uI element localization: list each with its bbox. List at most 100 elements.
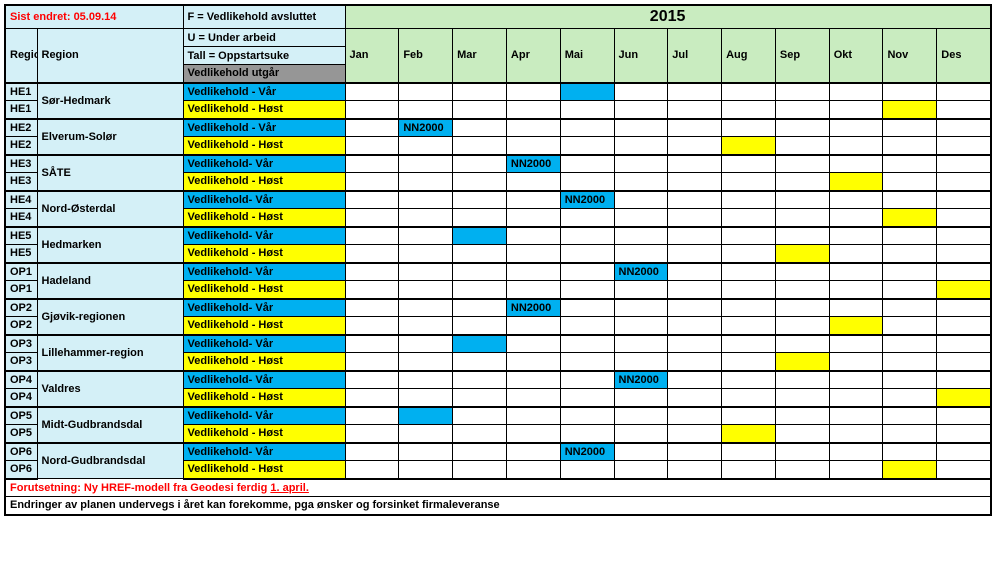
cell-host [722, 137, 776, 155]
cell-host [614, 137, 668, 155]
cell-host [345, 209, 399, 227]
cell-host [614, 425, 668, 443]
cell-host [829, 137, 883, 155]
cell-var [399, 191, 453, 209]
status-var: Vedlikehold- Vår [183, 407, 345, 425]
cell-var [453, 83, 507, 101]
cell-var [668, 299, 722, 317]
cell-var: NN2000 [560, 191, 614, 209]
cell-host [453, 425, 507, 443]
region-hdr: Region [37, 29, 183, 83]
cell-host [883, 353, 937, 371]
cell-var: NN2000 [614, 263, 668, 281]
month-hdr-Nov: Nov [883, 29, 937, 83]
cell-host [560, 137, 614, 155]
cell-host [453, 245, 507, 263]
cell-var [937, 83, 991, 101]
cell-var [453, 155, 507, 173]
cell-var [829, 335, 883, 353]
month-hdr-Jan: Jan [345, 29, 399, 83]
region-name: Elverum-Solør [37, 119, 183, 155]
region-code: HE4 [5, 209, 37, 227]
cell-host [775, 281, 829, 299]
status-host: Vedlikehold - Høst [183, 389, 345, 407]
cell-var [345, 83, 399, 101]
cell-host [506, 209, 560, 227]
month-hdr-Apr: Apr [506, 29, 560, 83]
cell-var [614, 335, 668, 353]
cell-host [399, 461, 453, 479]
region-code: OP2 [5, 299, 37, 317]
cell-var [883, 263, 937, 281]
cell-var [399, 263, 453, 281]
cell-var: NN2000 [560, 443, 614, 461]
month-hdr-Mai: Mai [560, 29, 614, 83]
cell-host [937, 317, 991, 335]
cell-host [614, 173, 668, 191]
cell-host [453, 461, 507, 479]
cell-host [722, 173, 776, 191]
legend-tall: Tall = Oppstartsuke [183, 47, 345, 65]
cell-host [560, 425, 614, 443]
region-code: OP5 [5, 407, 37, 425]
cell-host [937, 461, 991, 479]
cell-var [937, 299, 991, 317]
region-code: OP6 [5, 461, 37, 479]
cell-host [829, 317, 883, 335]
cell-host [668, 461, 722, 479]
cell-var [775, 263, 829, 281]
cell-host [560, 101, 614, 119]
cell-host [883, 173, 937, 191]
cell-var [560, 407, 614, 425]
cell-var [506, 83, 560, 101]
cell-host [453, 317, 507, 335]
cell-host [668, 137, 722, 155]
cell-var [829, 299, 883, 317]
cell-host [937, 173, 991, 191]
cell-var [722, 371, 776, 389]
cell-var [668, 155, 722, 173]
status-host: Vedlikehold - Høst [183, 137, 345, 155]
month-hdr-Des: Des [937, 29, 991, 83]
cell-var [775, 371, 829, 389]
cell-var [775, 335, 829, 353]
cell-var [399, 155, 453, 173]
cell-host [829, 245, 883, 263]
cell-var [506, 227, 560, 245]
cell-host [937, 101, 991, 119]
cell-var [506, 119, 560, 137]
cell-var [937, 371, 991, 389]
cell-host [668, 353, 722, 371]
cell-host [453, 137, 507, 155]
cell-host [883, 245, 937, 263]
cell-host [506, 173, 560, 191]
cell-host [668, 389, 722, 407]
cell-var [560, 263, 614, 281]
cell-var [937, 155, 991, 173]
status-var: Vedlikehold- Vår [183, 443, 345, 461]
cell-var [668, 407, 722, 425]
cell-var [453, 119, 507, 137]
cell-var [937, 407, 991, 425]
region-code: HE2 [5, 137, 37, 155]
cell-var [883, 407, 937, 425]
cell-host [614, 461, 668, 479]
cell-var [829, 83, 883, 101]
cell-var [614, 119, 668, 137]
cell-var [829, 227, 883, 245]
cell-var [345, 299, 399, 317]
cell-var [937, 191, 991, 209]
region-name: Sør-Hedmark [37, 83, 183, 119]
cell-var [668, 191, 722, 209]
cell-host [722, 353, 776, 371]
cell-var [775, 443, 829, 461]
cell-host [883, 209, 937, 227]
cell-host [937, 137, 991, 155]
cell-var: NN2000 [399, 119, 453, 137]
status-var: Vedlikehold- Vår [183, 227, 345, 245]
region-name: Gjøvik-regionen [37, 299, 183, 335]
cell-host [399, 281, 453, 299]
cell-var [937, 443, 991, 461]
cell-var [883, 155, 937, 173]
cell-var [829, 371, 883, 389]
